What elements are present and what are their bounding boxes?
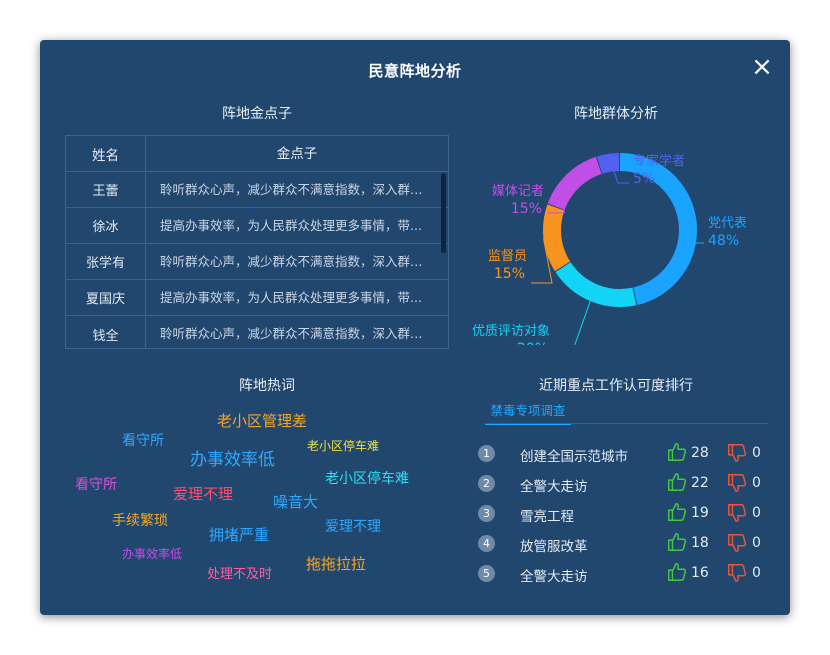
- rank-number: 1: [478, 445, 495, 462]
- donut-value-0: 48%: [708, 233, 739, 249]
- down-count: 0: [752, 565, 761, 581]
- up-count: 18: [691, 535, 709, 551]
- donut-label-3: 媒体记者: [492, 184, 544, 199]
- header-name: 姓名: [66, 136, 146, 171]
- thumbs-down-icon[interactable]: [726, 502, 748, 524]
- ranking-row[interactable]: 3 雪亮工程 19 0: [478, 501, 778, 527]
- table-row[interactable]: 张学有 聆听群众心声，减少群众不满意指数，深入群众...: [66, 244, 448, 280]
- rank-item-name: 全警大走访: [520, 569, 588, 585]
- donut-segment-4[interactable]: [596, 153, 620, 174]
- header-idea: 金点子: [276, 146, 318, 162]
- tab-divider: [485, 423, 768, 424]
- table-row[interactable]: 王蕾 聆听群众心声，减少群众不满意指数，深入群众...: [66, 172, 448, 208]
- donut-segment-2[interactable]: [543, 204, 571, 272]
- hot-word[interactable]: 手续繁琐: [112, 510, 168, 530]
- hot-word[interactable]: 爱理不理: [325, 516, 381, 536]
- rank-number: 3: [478, 505, 495, 522]
- up-count: 19: [691, 505, 709, 521]
- hot-word[interactable]: 办事效率低: [122, 545, 182, 562]
- hot-word[interactable]: 看守所: [122, 430, 164, 450]
- hot-word[interactable]: 噪音大: [273, 491, 318, 512]
- thumbs-up-icon[interactable]: [666, 561, 688, 583]
- analysis-dialog: 民意阵地分析 × 阵地金点子 姓名 金点子 王蕾 聆听群众心声，减少群众不满意指…: [40, 40, 790, 615]
- donut-leader-line-1: [574, 300, 591, 345]
- down-count: 0: [752, 505, 761, 521]
- donut-segment-3[interactable]: [547, 156, 602, 211]
- rank-item-name: 雪亮工程: [520, 509, 574, 525]
- rank-item-name: 全警大走访: [520, 479, 588, 495]
- hot-word[interactable]: 处理不及时: [207, 563, 272, 582]
- hot-word[interactable]: 老小区管理差: [217, 410, 307, 431]
- hot-word[interactable]: 办事效率低: [190, 445, 275, 470]
- rank-number: 5: [478, 565, 495, 582]
- tab-drug-survey[interactable]: 禁毒专项调查: [485, 400, 571, 425]
- thumbs-up-icon[interactable]: [666, 471, 688, 493]
- thumbs-down-icon[interactable]: [726, 442, 748, 464]
- row-idea: 聆听群众心声，减少群众不满意指数，深入群众...: [160, 254, 435, 269]
- down-count: 0: [752, 535, 761, 551]
- row-name: 张学有: [66, 244, 146, 279]
- row-name: 夏国庆: [66, 280, 146, 315]
- row-name: 钱全: [66, 316, 146, 348]
- donut-label-4: 专家学者: [633, 153, 685, 169]
- ranking-row[interactable]: 1 创建全国示范城市 28 0: [478, 441, 778, 467]
- donut-label-2: 监督员: [488, 249, 527, 264]
- donut-segment-1[interactable]: [555, 261, 637, 307]
- group-donut-chart: 党代表 48% 优质评访对象 20% 监督员 15% 媒体记者 15% 专家学者 5%: [472, 153, 747, 345]
- table-row[interactable]: 徐冰 提高办事效率，为人民群众处理更多事情，带...: [66, 208, 448, 244]
- ranking-row[interactable]: 4 放管服改革 18 0: [478, 531, 778, 557]
- table-header-row: 姓名 金点子: [66, 136, 448, 172]
- gold-ideas-title: 阵地金点子: [222, 106, 292, 122]
- thumbs-up-icon[interactable]: [666, 501, 688, 523]
- rank-number: 2: [478, 475, 495, 492]
- rank-item-name: 创建全国示范城市: [520, 449, 628, 465]
- hot-word[interactable]: 拖拖拉拉: [306, 553, 366, 574]
- hot-word[interactable]: 爱理不理: [173, 483, 233, 504]
- thumbs-up-icon[interactable]: [666, 531, 688, 553]
- row-idea: 聆听群众心声，减少群众不满意指数，深入群众...: [160, 182, 435, 197]
- donut-value-2: 15%: [494, 266, 525, 282]
- row-name: 徐冰: [66, 208, 146, 243]
- ranking-row[interactable]: 2 全警大走访 22 0: [478, 471, 778, 497]
- ranking-title: 近期重点工作认可度排行: [539, 378, 693, 394]
- up-count: 16: [691, 565, 709, 581]
- hot-word[interactable]: 老小区停车难: [307, 437, 379, 454]
- row-idea: 提高办事效率，为人民群众处理更多事情，带...: [160, 218, 422, 233]
- down-count: 0: [752, 445, 761, 461]
- donut-label-0: 党代表: [708, 216, 747, 231]
- rank-number: 4: [478, 535, 495, 552]
- thumbs-up-icon[interactable]: [666, 441, 688, 463]
- thumbs-down-icon[interactable]: [726, 472, 748, 494]
- hot-word[interactable]: 老小区停车难: [325, 468, 409, 488]
- up-count: 22: [691, 475, 709, 491]
- down-count: 0: [752, 475, 761, 491]
- group-analysis-title: 阵地群体分析: [574, 106, 658, 122]
- row-idea: 提高办事效率，为人民群众处理更多事情，带...: [160, 290, 422, 305]
- hot-word[interactable]: 看守所: [75, 474, 117, 494]
- thumbs-down-icon[interactable]: [726, 562, 748, 584]
- row-idea: 聆听群众心声，减少群众不满意指数，深入群众...: [160, 326, 435, 341]
- up-count: 28: [691, 445, 709, 461]
- row-name: 王蕾: [66, 172, 146, 207]
- dialog-title: 民意阵地分析: [368, 62, 462, 80]
- donut-value-4: 5%: [633, 171, 655, 187]
- table-row[interactable]: 夏国庆 提高办事效率，为人民群众处理更多事情，带...: [66, 280, 448, 316]
- ranking-row[interactable]: 5 全警大走访 16 0: [478, 561, 778, 587]
- donut-value-1: 20%: [517, 341, 548, 345]
- rank-item-name: 放管服改革: [520, 539, 588, 555]
- hot-word[interactable]: 拥堵严重: [209, 524, 269, 545]
- gold-ideas-table: 姓名 金点子 王蕾 聆听群众心声，减少群众不满意指数，深入群众... 徐冰 提高…: [65, 135, 449, 349]
- thumbs-down-icon[interactable]: [726, 532, 748, 554]
- hot-words-title: 阵地热词: [239, 378, 295, 394]
- donut-label-1: 优质评访对象: [472, 324, 550, 339]
- close-icon[interactable]: ×: [750, 54, 774, 80]
- donut-value-3: 15%: [511, 201, 542, 217]
- table-row[interactable]: 钱全 聆听群众心声，减少群众不满意指数，深入群众...: [66, 316, 448, 348]
